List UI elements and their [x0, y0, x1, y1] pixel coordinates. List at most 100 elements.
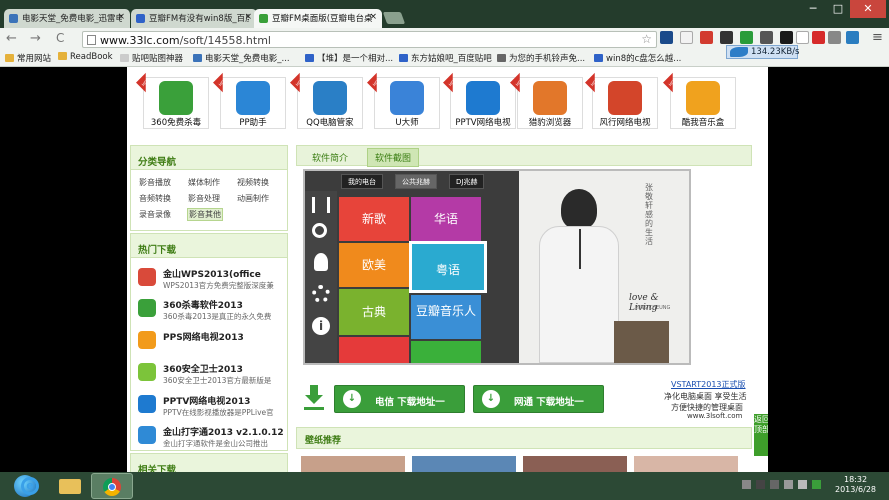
- software-label: 猎豹浏览器: [528, 118, 572, 128]
- software-icon: [138, 426, 156, 444]
- extension-icon[interactable]: [740, 31, 753, 44]
- chrome-taskbar-button[interactable]: [91, 473, 133, 499]
- software-item[interactable]: HOT PPTV网络电视: [450, 77, 516, 129]
- extension-icon[interactable]: [780, 31, 793, 44]
- hot-download-item[interactable]: PPS网络电视2013: [136, 328, 286, 358]
- ie-taskbar-button[interactable]: e: [9, 473, 51, 499]
- extension-icon[interactable]: [828, 31, 841, 44]
- close-window-button[interactable]: ✕: [850, 0, 886, 18]
- bookmark-item[interactable]: 电影天堂_免费电影_...: [193, 52, 290, 64]
- software-item[interactable]: HOT QQ电脑管家: [297, 77, 363, 129]
- back-button[interactable]: ←: [6, 31, 17, 46]
- hot-download-title[interactable]: 360安全卫士2013: [163, 362, 243, 375]
- hot-download-item[interactable]: 360杀毒软件2013 360杀毒2013是真正的永久免费: [136, 296, 286, 326]
- tab-intro[interactable]: 软件简介: [305, 149, 355, 166]
- screenshot-tab-public: 公共兆赫: [395, 174, 437, 189]
- software-item[interactable]: HOT U大师: [374, 77, 440, 129]
- software-item[interactable]: HOT PP助手: [220, 77, 286, 129]
- bookmark-folder-readbook[interactable]: ReadBook: [58, 52, 113, 62]
- hot-download-title[interactable]: 金山打字通2013 v2.1.0.12: [163, 425, 284, 438]
- hot-download-desc: 360安全卫士2013官方最新版是: [163, 376, 272, 385]
- category-link[interactable]: 媒体制作: [188, 177, 220, 188]
- hot-download-item[interactable]: PPTV网络电视2013 PPTV在线影视播放器是PPLive官: [136, 392, 286, 422]
- software-icon: [159, 81, 193, 115]
- extension-icon[interactable]: [796, 31, 809, 44]
- category-link[interactable]: 影音处理: [188, 193, 220, 204]
- hot-download-item[interactable]: 金山WPS2013(office WPS2013官方免费完整版深度兼: [136, 265, 286, 295]
- tab-favicon-icon: [136, 14, 145, 23]
- page-icon: [87, 35, 96, 45]
- wallpaper-thumb[interactable]: [634, 456, 738, 472]
- software-item[interactable]: HOT 酷我音乐盒: [670, 77, 736, 129]
- software-screenshot[interactable]: 我的电台 公共兆赫 DJ兆赫 i 新歌 华语 欧美 粤语 古典 豆瓣音乐人 张敬轩 感的 …: [303, 169, 691, 365]
- tray-icon[interactable]: [812, 480, 821, 489]
- artist-bag: [614, 321, 669, 363]
- category-link[interactable]: 录音录像: [139, 209, 171, 220]
- related-title: 相关下载: [131, 454, 287, 472]
- hot-download-title[interactable]: PPTV网络电视2013: [163, 394, 250, 407]
- software-item[interactable]: HOT 风行网络电视: [592, 77, 658, 129]
- forward-button[interactable]: →: [30, 31, 41, 46]
- tab-screenshots[interactable]: 软件截图: [367, 148, 420, 167]
- hot-download-title[interactable]: 360杀毒软件2013: [163, 298, 243, 311]
- genre-tile: 华语: [411, 197, 481, 241]
- artist-collar: [579, 229, 581, 269]
- tray-icon[interactable]: [770, 480, 779, 489]
- wallpaper-thumb[interactable]: [301, 456, 405, 472]
- browser-tab-2[interactable]: 豆瓣FM桌面版(豆瓣电台桌 ×: [254, 9, 382, 28]
- tab-close-icon[interactable]: ×: [117, 12, 125, 22]
- extension-icon[interactable]: [720, 31, 733, 44]
- network-icon[interactable]: [784, 480, 793, 489]
- hot-download-title[interactable]: 金山WPS2013(office: [163, 267, 261, 280]
- screenshot-tab-my-radio: 我的电台: [341, 174, 383, 189]
- bookmark-item[interactable]: 贴吧贴图神器: [120, 52, 183, 64]
- category-link[interactable]: 影音播放: [139, 177, 171, 188]
- address-bar[interactable]: www.33lc.com/soft/14558.html ☆: [82, 31, 657, 48]
- tab-close-icon[interactable]: ×: [369, 12, 377, 22]
- download-telecom-button[interactable]: ↓ 电信 下载地址一: [334, 385, 465, 413]
- category-link[interactable]: 视频转换: [237, 177, 269, 188]
- wallpaper-thumb[interactable]: [412, 456, 516, 472]
- browser-tab-0[interactable]: 电影天堂_免费电影_迅雷电 ×: [4, 9, 130, 28]
- bookmark-star-icon[interactable]: ☆: [641, 32, 652, 46]
- wallpaper-thumb[interactable]: [523, 456, 627, 472]
- bookmark-folder-common[interactable]: 常用网站: [5, 52, 51, 64]
- extension-icon[interactable]: [760, 31, 773, 44]
- chrome-menu-icon[interactable]: ≡: [872, 30, 883, 45]
- folder-icon: [59, 479, 81, 494]
- bookmark-item[interactable]: 东方姑娘吧_百度贴吧: [399, 52, 492, 64]
- explorer-taskbar-button[interactable]: [50, 473, 92, 499]
- bookmark-item[interactable]: 【堆】是一个相对...: [305, 52, 393, 64]
- volume-icon[interactable]: [798, 480, 807, 489]
- bookmark-item[interactable]: win8的c盘怎么越...: [594, 52, 681, 64]
- ad-title-link[interactable]: VSTART2013正式版: [671, 379, 746, 390]
- hot-download-item[interactable]: 360安全卫士2013 360安全卫士2013官方最新版是: [136, 360, 286, 390]
- extension-icon[interactable]: [700, 31, 713, 44]
- software-item[interactable]: HOT 猎豹浏览器: [517, 77, 583, 129]
- category-link[interactable]: 音频转换: [139, 193, 171, 204]
- category-link-selected[interactable]: 影音其他: [187, 208, 223, 221]
- bookmark-item[interactable]: 为您的手机铃声免...: [497, 52, 585, 64]
- minimize-button[interactable]: ─: [800, 0, 826, 18]
- extension-icon[interactable]: [680, 31, 693, 44]
- hot-download-item[interactable]: 金山打字通2013 v2.1.0.12 金山打字通软件是金山公司推出: [136, 423, 286, 453]
- new-tab-button[interactable]: [382, 12, 406, 24]
- hot-download-title[interactable]: PPS网络电视2013: [163, 330, 244, 343]
- tray-icon[interactable]: [756, 480, 765, 489]
- software-label: PPTV网络电视: [455, 118, 511, 128]
- software-item[interactable]: HOT 360免费杀毒: [143, 77, 209, 129]
- tray-icon[interactable]: [742, 480, 751, 489]
- extension-icon[interactable]: [846, 31, 859, 44]
- back-to-top-button[interactable]: 返回顶部: [754, 414, 768, 456]
- reload-button[interactable]: C: [56, 31, 64, 45]
- category-link[interactable]: 动画制作: [237, 193, 269, 204]
- software-icon: [533, 81, 567, 115]
- download-netcom-button[interactable]: ↓ 网通 下载地址一: [473, 385, 604, 413]
- tab-close-icon[interactable]: ×: [244, 12, 252, 22]
- download-speed-badge: 134.23KB/s: [726, 45, 799, 59]
- browser-tab-1[interactable]: 豆瓣FM有没有win8版_百度 ×: [131, 9, 257, 28]
- maximize-button[interactable]: □: [826, 0, 850, 18]
- extension-icon[interactable]: [660, 31, 673, 44]
- extension-icon[interactable]: [812, 31, 825, 44]
- system-clock[interactable]: 18:32 2013/6/28: [835, 475, 876, 495]
